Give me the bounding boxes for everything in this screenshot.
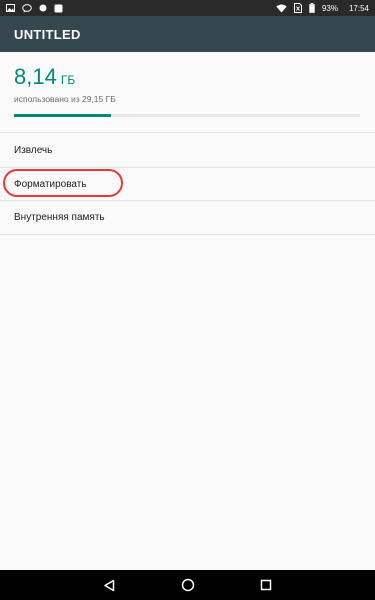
divider [0, 234, 375, 235]
used-line: 8,14 ГБ [14, 64, 75, 90]
menu-item-format[interactable]: Форматировать [0, 168, 375, 201]
used-of-total: использовано из 29,15 ГБ [14, 94, 116, 104]
menu-item-label: Внутренняя память [14, 212, 105, 223]
menu-item-label: Форматировать [14, 179, 87, 190]
menu-item-internal-storage[interactable]: Внутренняя память [0, 201, 375, 234]
wifi-icon [276, 4, 287, 13]
image-icon [6, 4, 15, 12]
recents-icon[interactable] [258, 577, 274, 593]
clock: 17:54 [348, 3, 369, 13]
navigation-bar [0, 570, 375, 600]
menu-item-eject[interactable]: Извлечь [0, 134, 375, 167]
app-bar: UNTITLED [0, 16, 375, 52]
back-icon[interactable] [102, 577, 118, 593]
battery-icon [309, 3, 315, 13]
no-sim-icon [293, 3, 302, 13]
square-app-icon [54, 4, 63, 13]
notification-dot-icon [39, 4, 47, 12]
storage-progress-bar [14, 114, 360, 117]
battery-percent: 93% [321, 3, 338, 13]
status-bar: 93% 17:54 [0, 0, 375, 16]
status-right: 93% 17:54 [276, 3, 369, 13]
storage-summary: 8,14 ГБ использовано из 29,15 ГБ [0, 52, 375, 132]
page-title: UNTITLED [14, 26, 81, 42]
used-amount: 8,14 [14, 64, 57, 89]
divider [0, 132, 375, 133]
used-unit: ГБ [60, 73, 76, 87]
menu-item-label: Извлечь [14, 145, 53, 156]
home-icon[interactable] [180, 577, 196, 593]
status-left [6, 3, 63, 13]
storage-progress-fill [14, 114, 111, 117]
chat-bubble-icon [22, 3, 32, 13]
